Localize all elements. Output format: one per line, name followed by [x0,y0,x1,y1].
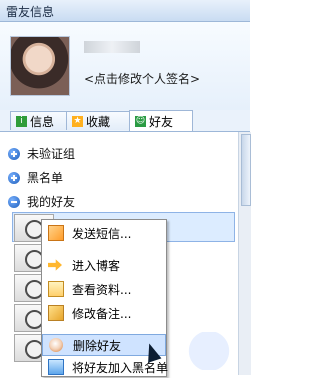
profile-card-icon [48,281,64,297]
avatar[interactable] [10,36,70,96]
signature-text[interactable]: <点击修改个人签名> [84,70,200,87]
window-titlebar: 雷友信息 [0,0,250,22]
tab-favorites-label: 收藏 [86,114,111,129]
menu-edit-note-label: 修改备注... [72,306,132,321]
envelope-icon [48,225,64,241]
tab-friends-label: 好友 [149,114,174,129]
menu-open-blog[interactable]: 进入博客 [42,254,166,276]
group-unverified[interactable]: 未验证组 [8,145,75,162]
expanded-group-icon [8,195,20,208]
collapsed-group-icon [8,171,20,184]
menu-add-to-blacklist-label: 将好友加入黑名单 [72,360,169,375]
scroll-thumb[interactable] [241,134,251,206]
collapsed-group-icon [8,147,20,160]
tab-bar: i 信息 ★ 收藏 ☺ 好友 [0,110,250,132]
hidden-username [84,41,140,53]
menu-view-profile[interactable]: 查看资料... [42,278,166,300]
group-blacklist[interactable]: 黑名单 [8,169,63,186]
tab-info-label: 信息 [30,114,55,129]
menu-view-profile-label: 查看资料... [72,282,132,297]
tab-info[interactable]: i 信息 [10,111,74,130]
window-title: 雷友信息 [6,5,55,19]
edit-note-icon [48,305,64,321]
tab-favorites[interactable]: ★ 收藏 [66,111,136,130]
arrow-icon [48,259,62,271]
tab-friends[interactable]: ☺ 好友 [129,110,193,131]
blacklist-icon [48,359,64,375]
menu-delete-friend-label: 删除好友 [73,338,122,353]
info-icon: i [16,115,27,127]
profile-panel: <点击修改个人签名> [0,22,250,110]
menu-open-blog-label: 进入博客 [72,258,121,273]
delete-friend-icon [49,338,63,352]
group-unverified-label: 未验证组 [27,147,76,161]
group-my-friends[interactable]: 我的好友 [8,193,75,210]
group-my-friends-label: 我的好友 [27,195,76,209]
group-blacklist-label: 黑名单 [27,171,64,185]
watermark-logo [172,332,246,370]
menu-edit-note[interactable]: 修改备注... [42,302,166,324]
menu-send-message-label: 发送短信... [72,226,132,241]
menu-send-message[interactable]: 发送短信... [42,222,166,244]
star-icon: ★ [72,115,83,127]
friends-icon: ☺ [135,115,146,127]
